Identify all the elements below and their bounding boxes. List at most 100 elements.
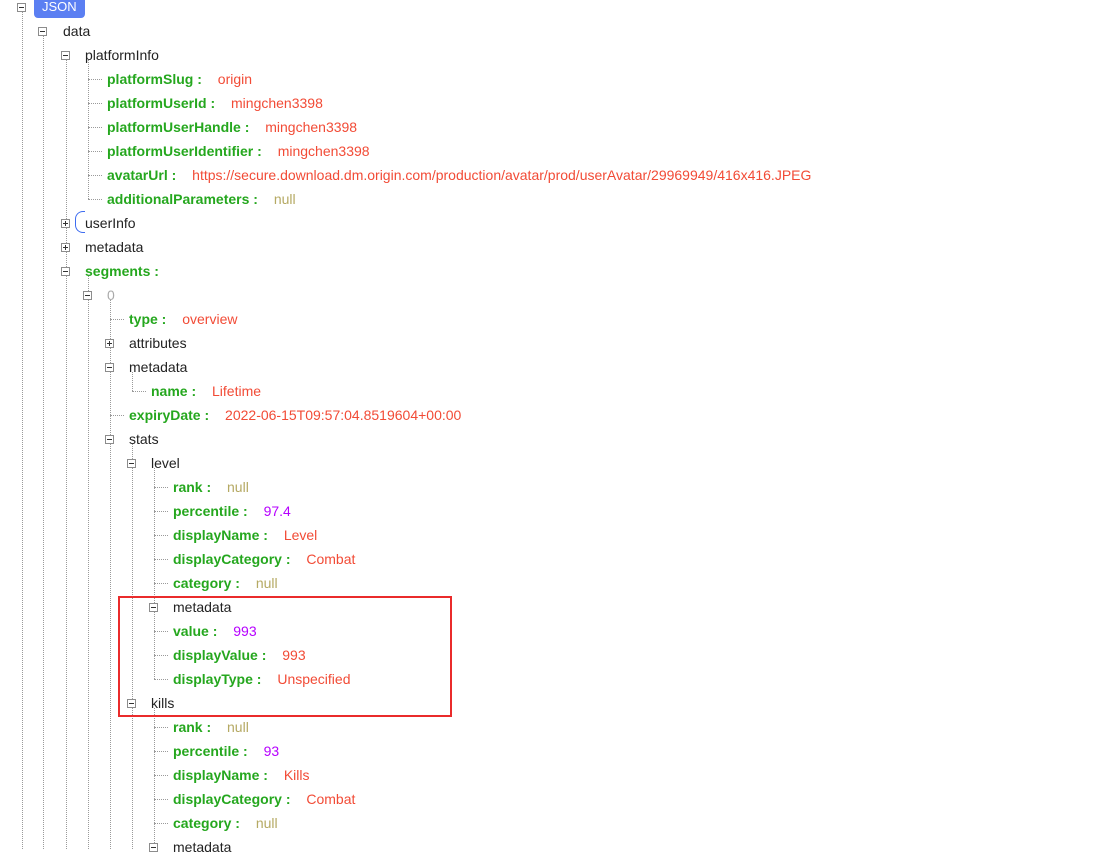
- root-badge[interactable]: JSON: [34, 0, 85, 18]
- field-level-display-category: displayCategory : Combat: [173, 547, 355, 571]
- field-key: platformUserId :: [107, 95, 216, 111]
- field-value: Level: [283, 527, 318, 543]
- field-kills-display-name: displayName : Kills: [173, 763, 310, 787]
- field-key: displayName :: [173, 767, 268, 783]
- tree-guide: [22, 12, 23, 849]
- field-key: displayName :: [173, 527, 268, 543]
- field-key: displayCategory :: [173, 551, 291, 567]
- field-value: null: [227, 479, 249, 495]
- tree-guide: [154, 708, 155, 849]
- field-value: overview: [182, 311, 238, 327]
- field-key: percentile :: [173, 503, 248, 519]
- field-value: null: [273, 191, 296, 207]
- field-expiry-date: expiryDate : 2022-06-15T09:57:04.8519604…: [129, 403, 461, 427]
- collapse-toggle-kills-metadata[interactable]: [149, 843, 158, 852]
- field-value: mingchen3398: [231, 95, 323, 111]
- field-key: name :: [151, 383, 197, 399]
- node-platform-info[interactable]: platformInfo: [85, 43, 159, 67]
- field-value: 97.4: [263, 503, 291, 519]
- node-segment-index[interactable]: 0: [107, 283, 115, 307]
- field-kills-display-category: displayCategory : Combat: [173, 787, 355, 811]
- collapse-toggle-level[interactable]: [127, 459, 136, 468]
- tree-connector: [88, 127, 102, 128]
- tree-connector: [154, 823, 168, 824]
- tree-guide: [66, 60, 67, 849]
- collapse-toggle-platform-info[interactable]: [61, 51, 70, 60]
- tree-guide: [43, 36, 44, 849]
- field-kills-category: category : null: [173, 811, 278, 835]
- node-segments[interactable]: segments :: [85, 259, 159, 283]
- tree-connector: [154, 751, 168, 752]
- collapse-toggle-root[interactable]: [17, 3, 26, 12]
- collapse-toggle-stats[interactable]: [105, 435, 114, 444]
- node-stats[interactable]: stats: [129, 427, 159, 451]
- field-value: https://secure.download.dm.origin.com/pr…: [192, 167, 812, 183]
- field-kills-rank: rank : null: [173, 715, 249, 739]
- tree-guide: [88, 276, 89, 849]
- node-kills-metadata[interactable]: metadata: [173, 835, 231, 859]
- field-value: 2022-06-15T09:57:04.8519604+00:00: [225, 407, 462, 423]
- bracket-marker: [75, 211, 85, 233]
- field-name: name : Lifetime: [151, 379, 261, 403]
- node-metadata[interactable]: metadata: [85, 235, 143, 259]
- field-type: type : overview: [129, 307, 237, 331]
- tree-connector: [88, 79, 102, 80]
- field-level-percentile: percentile : 97.4: [173, 499, 291, 523]
- field-key: rank :: [173, 479, 212, 495]
- tree-connector: [154, 511, 168, 512]
- field-key: percentile :: [173, 743, 248, 759]
- tree-guide: [110, 300, 111, 849]
- collapse-toggle-segments[interactable]: [61, 267, 70, 276]
- tree-guide: [154, 468, 155, 607]
- field-value: mingchen3398: [265, 119, 358, 135]
- field-value: Kills: [283, 767, 310, 783]
- field-value: origin: [217, 71, 253, 87]
- expand-toggle-user-info[interactable]: [61, 219, 70, 228]
- expand-toggle-metadata[interactable]: [61, 243, 70, 252]
- field-key: platformUserIdentifier :: [107, 143, 262, 159]
- highlight-box: [118, 596, 452, 717]
- tree-connector: [88, 103, 102, 104]
- tree-connector: [154, 487, 168, 488]
- node-attributes[interactable]: attributes: [129, 331, 187, 355]
- tree-connector: [88, 151, 102, 152]
- field-level-category: category : null: [173, 571, 278, 595]
- field-platform-user-identifier: platformUserIdentifier : mingchen3398: [107, 139, 370, 163]
- collapse-toggle-data[interactable]: [38, 27, 47, 36]
- tree-connector: [110, 319, 124, 320]
- field-value: null: [255, 815, 278, 831]
- field-value: Lifetime: [212, 383, 262, 399]
- field-kills-percentile: percentile : 93: [173, 739, 279, 763]
- tree-connector: [88, 199, 102, 200]
- field-value: Combat: [306, 791, 356, 807]
- field-additional-parameters: additionalParameters : null: [107, 187, 296, 211]
- node-level[interactable]: level: [151, 451, 180, 475]
- field-key: platformUserHandle :: [107, 119, 250, 135]
- tree-connector: [154, 535, 168, 536]
- tree-connector: [132, 391, 146, 392]
- field-key: expiryDate :: [129, 407, 210, 423]
- collapse-toggle-segment-0[interactable]: [83, 291, 92, 300]
- field-key: avatarUrl :: [107, 167, 177, 183]
- field-key: additionalParameters :: [107, 191, 258, 207]
- node-user-info[interactable]: userInfo: [85, 211, 136, 235]
- field-value: null: [227, 719, 249, 735]
- tree-connector: [110, 415, 124, 416]
- field-key: rank :: [173, 719, 212, 735]
- field-value: 93: [263, 743, 280, 759]
- tree-connector: [154, 559, 168, 560]
- collapse-toggle-seg-metadata[interactable]: [105, 363, 114, 372]
- node-seg-metadata[interactable]: metadata: [129, 355, 187, 379]
- field-value: null: [255, 575, 278, 591]
- tree-connector: [154, 727, 168, 728]
- tree-connector: [154, 775, 168, 776]
- node-data[interactable]: data: [63, 19, 90, 43]
- field-key: category :: [173, 815, 240, 831]
- tree-connector: [88, 175, 102, 176]
- field-value: Combat: [306, 551, 356, 567]
- field-value: mingchen3398: [277, 143, 370, 159]
- tree-connector: [154, 583, 168, 584]
- field-key: displayCategory :: [173, 791, 291, 807]
- field-level-display-name: displayName : Level: [173, 523, 317, 547]
- expand-toggle-attributes[interactable]: [105, 339, 114, 348]
